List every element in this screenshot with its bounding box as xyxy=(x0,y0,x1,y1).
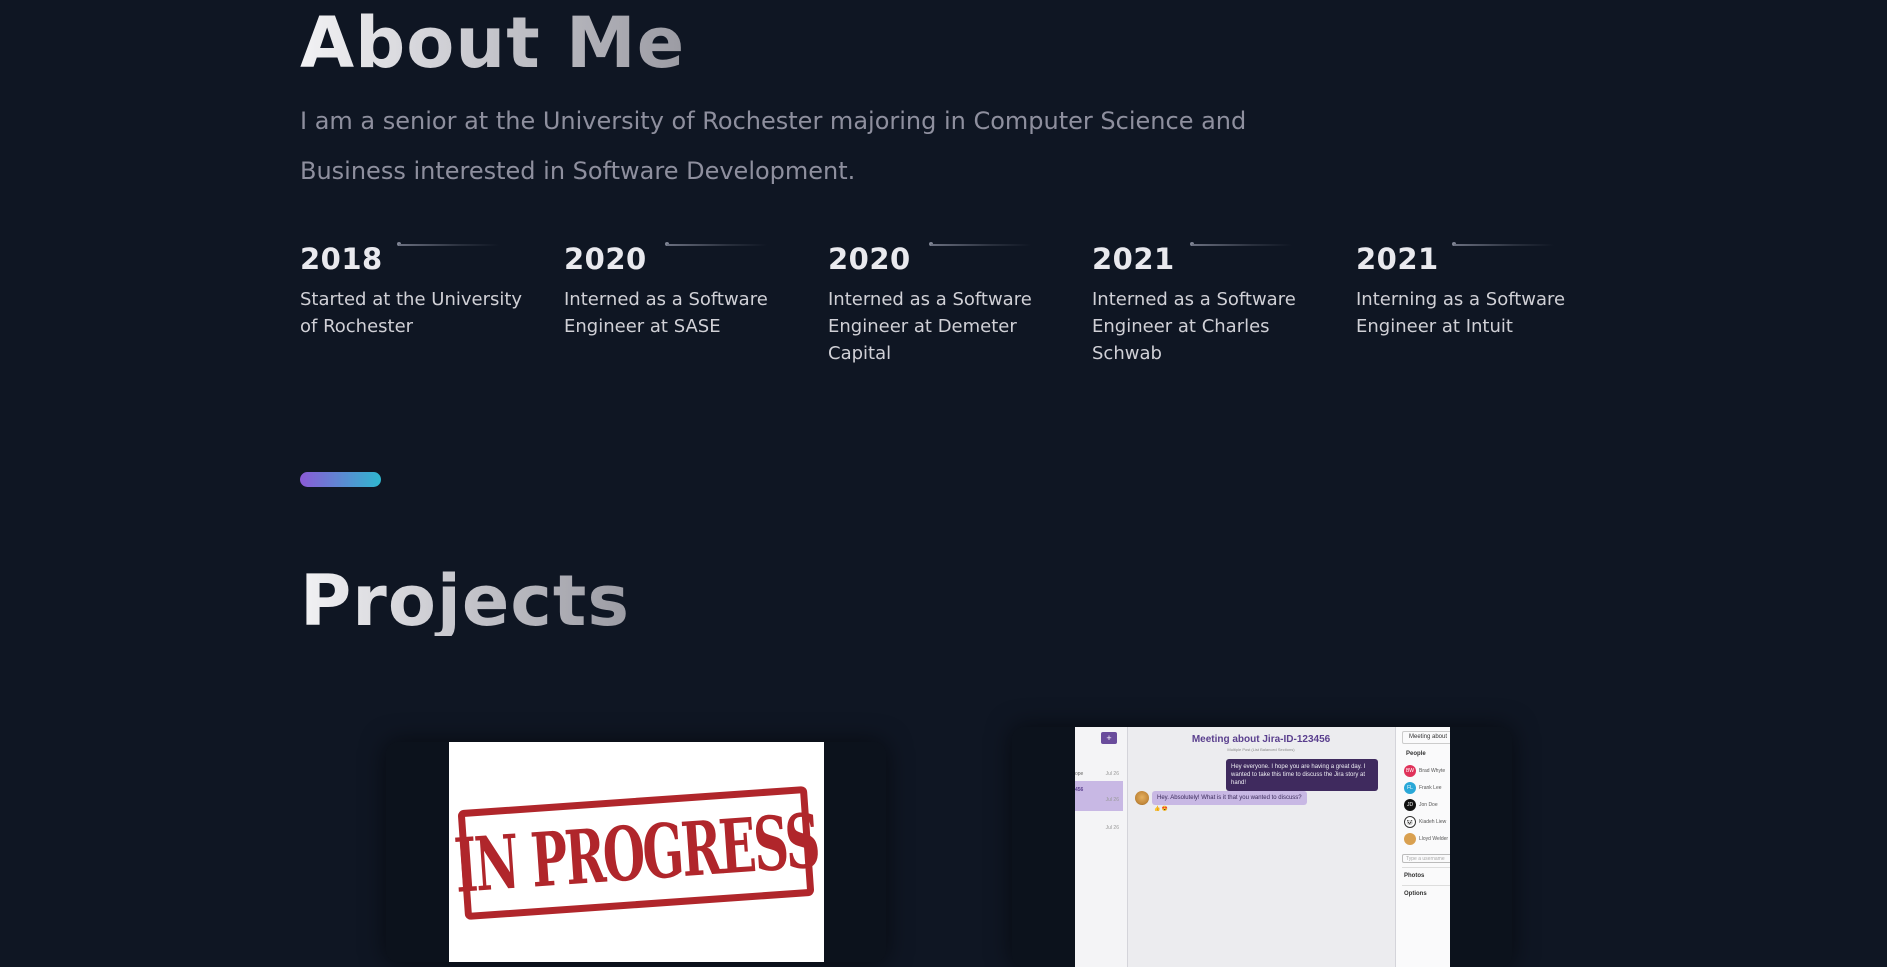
chat-person-name: Frank Lee xyxy=(1419,785,1442,791)
chat-person-name: Kiadeh Liew xyxy=(1419,819,1447,825)
chat-list-item-selected: 456 Jul 26 xyxy=(1075,781,1123,811)
timeline-line xyxy=(1192,244,1292,246)
timeline-item: 2018 Started at the University of Roches… xyxy=(300,240,530,340)
timeline-description: Interned as a Software Engineer at SASE xyxy=(564,289,768,337)
timeline-description: Interned as a Software Engineer at Charl… xyxy=(1092,289,1296,364)
options-section: Options xyxy=(1404,891,1427,897)
timeline-item: 2020 Interned as a Software Engineer at … xyxy=(564,240,794,340)
timeline-description: Started at the University of Rochester xyxy=(300,289,523,337)
timeline-year: 2021 xyxy=(1092,242,1175,276)
chat-sidebar: + ope Jul 26 456 Jul 26 Jul 26 xyxy=(1075,727,1128,967)
timeline-line xyxy=(931,244,1031,246)
chat-person-name: Lloyd Welder xyxy=(1419,836,1449,842)
chat-reactions: 👍 😍 xyxy=(1154,806,1168,812)
project-card-in-progress[interactable]: IN PROGRESS xyxy=(386,742,886,962)
dog-avatar-icon xyxy=(1404,833,1416,845)
timeline-year: 2020 xyxy=(828,242,911,276)
chat-people-label: People xyxy=(1406,751,1426,757)
chat-details-title: Meeting about xyxy=(1402,731,1450,744)
chat-list-name: ope xyxy=(1075,771,1084,777)
photos-section: Photos xyxy=(1404,873,1425,879)
chat-message-incoming: Hey. Absolutely! What is it that you wan… xyxy=(1152,791,1307,805)
about-title: About Me xyxy=(300,2,686,84)
timeline-year: 2021 xyxy=(1356,242,1439,276)
panda-avatar-icon: 🐼 xyxy=(1404,816,1416,828)
chat-list-time: Jul 26 xyxy=(1105,771,1119,777)
chat-person-name: Jon Doe xyxy=(1419,802,1438,808)
divider xyxy=(1402,885,1450,886)
projects-title: Projects xyxy=(300,560,631,642)
chat-subtitle: Multiple Post (List Balanced Sections) xyxy=(1227,747,1295,752)
divider xyxy=(1402,867,1450,868)
timeline-item: 2021 Interned as a Software Engineer at … xyxy=(1092,240,1322,367)
project-card-chat-app[interactable]: + ope Jul 26 456 Jul 26 Jul 26 Meeting a… xyxy=(1012,727,1512,967)
chat-main-panel: Meeting about Jira-ID-123456 Multiple Po… xyxy=(1128,727,1394,967)
avatar: BW xyxy=(1404,765,1416,777)
chat-details-panel: Meeting about People BW Brad Whyte FL Fr… xyxy=(1395,727,1450,967)
avatar: JD xyxy=(1404,799,1416,811)
stamp-text: IN PROGRESS xyxy=(451,796,821,910)
timeline-year: 2020 xyxy=(564,242,647,276)
dog-avatar-icon xyxy=(1135,791,1149,805)
in-progress-stamp: IN PROGRESS xyxy=(452,785,820,921)
chat-list-name: 456 xyxy=(1075,787,1084,793)
timeline-line xyxy=(667,244,767,246)
chat-app-screenshot: + ope Jul 26 456 Jul 26 Jul 26 Meeting a… xyxy=(1075,727,1450,967)
section-divider-bar xyxy=(300,472,381,487)
chat-person: BW Brad Whyte xyxy=(1404,765,1450,779)
chat-add-button: + xyxy=(1101,732,1117,744)
about-description: I am a senior at the University of Roche… xyxy=(300,107,1247,185)
chat-title: Meeting about Jira-ID-123456 xyxy=(1191,734,1331,745)
chat-person-name: Brad Whyte xyxy=(1419,768,1446,774)
username-input: Type a username xyxy=(1402,854,1450,863)
avatar: FL xyxy=(1404,782,1416,794)
timeline-year: 2018 xyxy=(300,242,383,276)
chat-person: JD Jon Doe xyxy=(1404,799,1450,813)
in-progress-image: IN PROGRESS xyxy=(449,742,824,962)
timeline-line xyxy=(1454,244,1554,246)
chat-person: 🐼 Kiadeh Liew xyxy=(1404,816,1450,830)
chat-person: FL Frank Lee xyxy=(1404,782,1450,796)
chat-message-outgoing: Hey everyone. I hope you are having a gr… xyxy=(1226,759,1378,791)
timeline-item: 2020 Interned as a Software Engineer at … xyxy=(828,240,1058,367)
chat-list-item: Jul 26 xyxy=(1075,819,1123,843)
chat-person: Lloyd Welder xyxy=(1404,833,1450,847)
timeline-description: Interned as a Software Engineer at Demet… xyxy=(828,289,1032,364)
timeline-line xyxy=(399,244,499,246)
chat-list-time: Jul 26 xyxy=(1105,825,1119,831)
timeline-item: 2021 Interning as a Software Engineer at… xyxy=(1356,240,1586,340)
chat-list-time: Jul 26 xyxy=(1105,797,1119,803)
timeline-description: Interning as a Software Engineer at Intu… xyxy=(1356,289,1566,337)
